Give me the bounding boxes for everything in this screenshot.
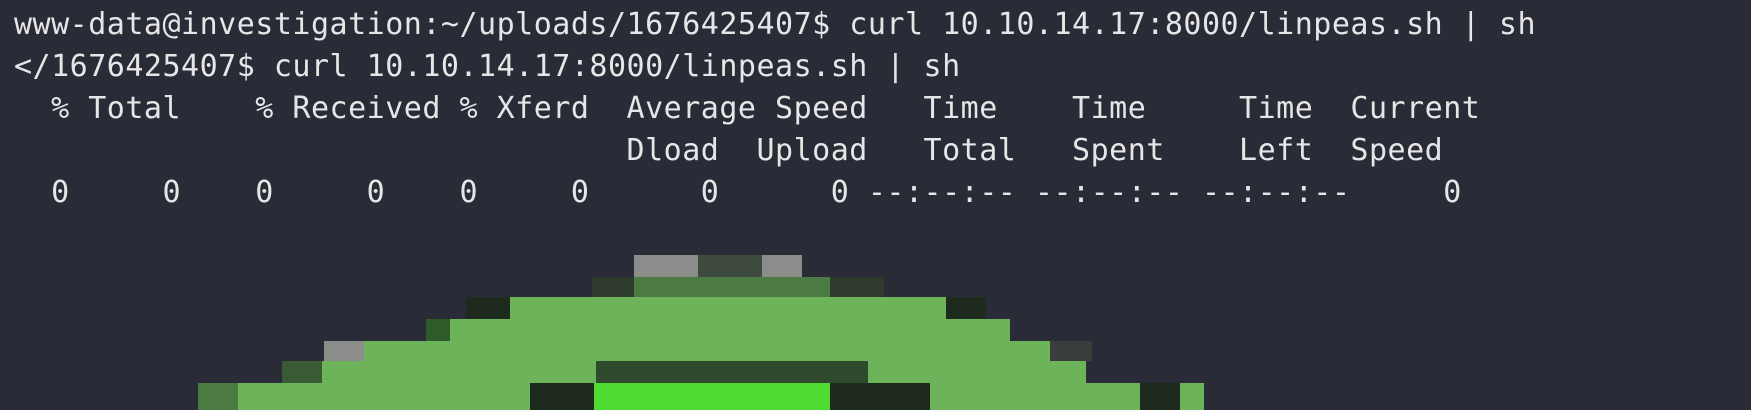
terminal-window[interactable]: www-data@investigation:~/uploads/1676425… bbox=[0, 0, 1751, 410]
linpeas-logo-art bbox=[198, 255, 1204, 410]
